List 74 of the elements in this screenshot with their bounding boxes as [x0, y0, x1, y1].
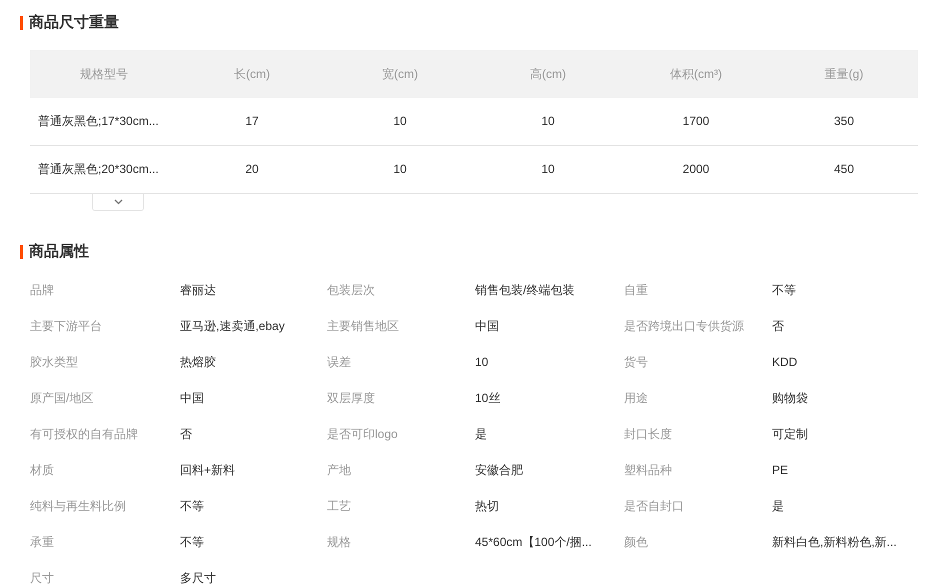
- column-header: 规格型号: [79, 66, 129, 82]
- attribute-value: 10丝: [475, 390, 502, 407]
- attribute-label: 自重: [624, 282, 649, 299]
- column-header: 重量(g): [824, 66, 864, 82]
- table-cell-text: 10: [540, 113, 556, 130]
- attribute-label: 有可授权的自有品牌: [30, 426, 139, 443]
- attribute-label: 原产国/地区: [30, 390, 94, 407]
- attribute-label: 纯料与再生料比例: [30, 498, 127, 515]
- attribute-label: 是否可印logo: [327, 426, 399, 443]
- attribute-value: 销售包装/终端包装: [475, 282, 576, 299]
- table-cell-text: 10: [392, 113, 408, 130]
- attribute-value: 回料+新料: [180, 462, 236, 479]
- attribute-value: 否: [180, 426, 193, 443]
- chevron-icon: [114, 198, 122, 204]
- attribute-label: 货号: [624, 354, 649, 371]
- attribute-label: 封口长度: [624, 426, 673, 443]
- attribute-label: 误差: [327, 354, 352, 371]
- table-cell-text: 1700: [682, 113, 710, 130]
- attribute-value: 睿丽达: [180, 282, 217, 299]
- attribute-label: 颜色: [624, 534, 649, 551]
- attribute-label: 是否自封口: [624, 498, 685, 515]
- attribute-value: 中国: [475, 318, 500, 335]
- section-title: 商品尺寸重量: [29, 13, 119, 33]
- column-header: 高(cm): [529, 66, 567, 82]
- table-cell-text: 10: [392, 161, 408, 178]
- attribute-value: 45*60cm【100个/捆...: [475, 534, 593, 551]
- column-header: 宽(cm): [381, 66, 419, 82]
- attribute-label: 是否跨境出口专供货源: [624, 318, 745, 335]
- attribute-value: KDD: [772, 354, 798, 371]
- attribute-label: 用途: [624, 390, 649, 407]
- table-cell-text: 普通灰黑色;17*30cm...: [37, 113, 160, 130]
- attribute-label: 塑料品种: [624, 462, 673, 479]
- attribute-label: 胶水类型: [30, 354, 79, 371]
- attribute-label: 品牌: [30, 282, 55, 299]
- attribute-value: 不等: [180, 534, 205, 551]
- attribute-value: 多尺寸: [180, 570, 217, 587]
- accent-bar: [20, 16, 23, 30]
- section-title: 商品属性: [29, 242, 89, 262]
- attribute-value: 安徽合肥: [475, 462, 524, 479]
- attribute-label: 尺寸: [30, 570, 55, 587]
- table-cell-text: 20: [244, 161, 260, 178]
- attribute-value: 是: [475, 426, 488, 443]
- attribute-value: PE: [772, 462, 790, 479]
- attribute-label: 承重: [30, 534, 55, 551]
- attribute-label: 主要下游平台: [30, 318, 103, 335]
- table-cell-text: 450: [832, 161, 856, 178]
- attribute-value: 可定制: [772, 426, 809, 443]
- attribute-value: 购物袋: [772, 390, 809, 407]
- attribute-label: 材质: [30, 462, 55, 479]
- attribute-label: 包装层次: [327, 282, 376, 299]
- table-cell-text: 普通灰黑色;20*30cm...: [37, 161, 160, 178]
- expand-toggle[interactable]: [92, 194, 144, 210]
- accent-bar: [20, 244, 23, 259]
- attribute-value: 是: [772, 498, 785, 515]
- column-header: 体积(cm³): [669, 66, 723, 82]
- attribute-label: 规格: [327, 534, 352, 551]
- attribute-value: 亚马逊,速卖通,ebay: [180, 318, 286, 335]
- attribute-label: 工艺: [327, 498, 352, 515]
- table-cell-text: 17: [244, 113, 260, 130]
- attribute-label: 双层厚度: [327, 390, 376, 407]
- attribute-value: 不等: [772, 282, 797, 299]
- attribute-value: 热切: [475, 498, 500, 515]
- attribute-value: 中国: [180, 390, 205, 407]
- table-cell-text: 350: [832, 113, 856, 130]
- attribute-value: 新料白色,新料粉色,新...: [772, 534, 898, 551]
- attribute-label: 产地: [327, 462, 352, 479]
- column-header: 长(cm): [233, 66, 271, 82]
- attribute-value: 10: [475, 354, 490, 371]
- attribute-label: 主要销售地区: [327, 318, 400, 335]
- attribute-value: 否: [772, 318, 785, 335]
- attribute-value: 热熔胶: [180, 354, 217, 371]
- table-cell-text: 10: [540, 161, 556, 178]
- table-cell-text: 2000: [682, 161, 710, 178]
- attribute-value: 不等: [180, 498, 205, 515]
